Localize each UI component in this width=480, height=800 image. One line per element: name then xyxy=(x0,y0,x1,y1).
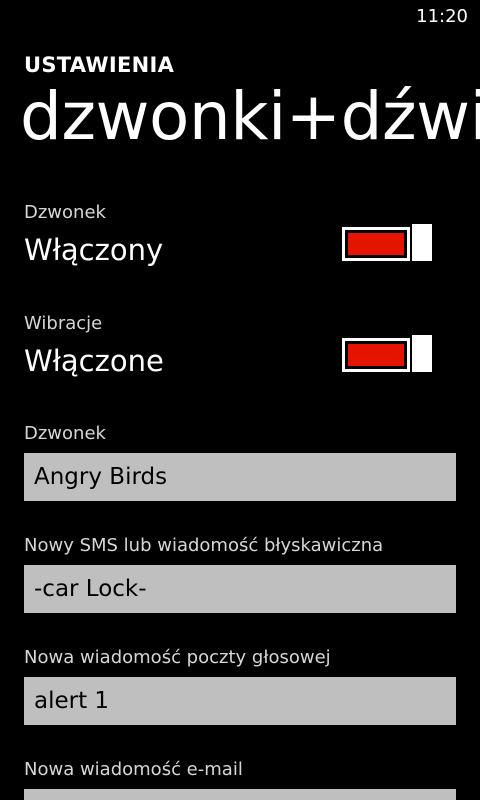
ringer-toggle-fill xyxy=(348,233,404,255)
ringer-state: Włączony xyxy=(24,233,164,267)
settings-screen: 11:20 USTAWIENIA dzwonki+dźwięki Dzwonek… xyxy=(0,0,480,800)
app-title: USTAWIENIA xyxy=(24,53,175,77)
sms-tone-label: Nowy SMS lub wiadomość błyskawiczna xyxy=(24,535,384,556)
sms-tone-picker[interactable]: -car Lock- xyxy=(24,565,456,613)
ringer-toggle-thumb[interactable] xyxy=(412,224,432,261)
vibration-toggle-thumb[interactable] xyxy=(412,335,432,372)
ringtone-label: Dzwonek xyxy=(24,423,106,444)
vibration-toggle-track xyxy=(342,338,410,372)
status-bar-time: 11:20 xyxy=(416,6,468,27)
vibration-toggle-switch[interactable] xyxy=(342,335,432,372)
email-tone-picker[interactable] xyxy=(24,789,456,800)
ringer-toggle-switch[interactable] xyxy=(342,224,432,261)
email-tone-label: Nowa wiadomość e-mail xyxy=(24,759,243,780)
ringer-toggle-track xyxy=(342,227,410,261)
vibration-toggle-fill xyxy=(348,344,404,366)
voicemail-tone-picker[interactable]: alert 1 xyxy=(24,677,456,725)
vibration-label: Wibracje xyxy=(24,313,103,334)
voicemail-tone-label: Nowa wiadomość poczty głosowej xyxy=(24,647,331,668)
ringer-label: Dzwonek xyxy=(24,202,106,223)
ringtone-picker[interactable]: Angry Birds xyxy=(24,453,456,501)
page-title: dzwonki+dźwięki xyxy=(20,78,480,155)
vibration-state: Włączone xyxy=(24,344,164,378)
